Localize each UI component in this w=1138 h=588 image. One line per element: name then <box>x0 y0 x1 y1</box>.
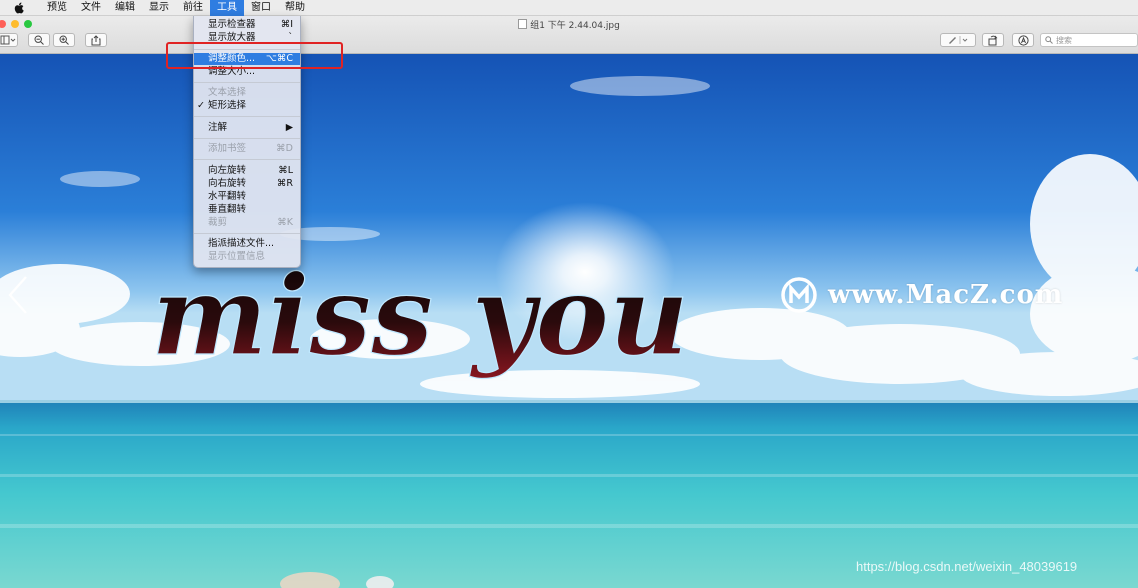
sidebar-view-button[interactable] <box>0 33 18 47</box>
markup-pen-icon <box>949 36 968 44</box>
menu-item-rectangular-selection[interactable]: ✓ 矩形选择 <box>194 100 300 112</box>
submenu-arrow-icon: ▶ <box>285 122 293 133</box>
menu-bar: 预览 文件 编辑 显示 前往 工具 窗口 帮助 <box>0 0 1138 16</box>
macz-watermark-text: www.MacZ.com <box>828 280 1064 310</box>
zoom-in-button[interactable] <box>53 33 75 47</box>
menu-item-label: 裁剪 <box>208 217 228 228</box>
menu-item-shortcut: ⌘D <box>276 143 293 154</box>
sidebar-icon <box>0 35 16 45</box>
menu-item-label: 指派描述文件... <box>208 238 275 249</box>
menu-item-label: 调整颜色... <box>208 53 256 64</box>
menu-item-adjust-size[interactable]: 调整大小... <box>194 66 300 78</box>
menu-edit[interactable]: 编辑 <box>108 0 142 16</box>
window-title: 组1 下午 2.44.04.jpg <box>530 21 620 31</box>
menu-item-shortcut: ⌘R <box>276 178 293 189</box>
document-icon <box>518 19 528 29</box>
miss-you-text: miss you <box>151 251 689 380</box>
menu-separator <box>194 233 300 234</box>
share-icon <box>91 34 101 45</box>
menu-item-shortcut: ⌥⌘C <box>265 53 293 64</box>
menu-separator <box>194 138 300 139</box>
menu-item-flip-vertical[interactable]: 垂直翻转 <box>194 204 300 216</box>
search-placeholder: 搜索 <box>1056 35 1072 45</box>
menu-item-label: 添加书签 <box>208 143 247 154</box>
window-title-bar: 组1 下午 2.44.04.jpg <box>0 18 1138 31</box>
menu-item-shortcut: ⌘L <box>278 165 293 176</box>
menu-item-label: 水平翻转 <box>208 191 247 202</box>
menu-item-text-selection[interactable]: 文本选择 <box>194 87 300 99</box>
image-viewer-area: miss you www.MacZ.com https://blog.csdn.… <box>0 54 1138 588</box>
menu-item-rotate-left[interactable]: 向左旋转 ⌘L <box>194 165 300 177</box>
menu-window[interactable]: 窗口 <box>244 0 278 16</box>
macz-watermark: www.MacZ.com <box>780 276 1063 314</box>
menu-item-annotate[interactable]: 注解 ▶ <box>194 122 300 134</box>
menu-item-label: 显示检查器 <box>208 19 256 30</box>
menu-item-crop[interactable]: 裁剪 ⌘K <box>194 217 300 229</box>
menu-item-shortcut: ⌘K <box>277 217 293 228</box>
previous-image-arrow-icon[interactable] <box>6 274 30 316</box>
rotate-icon <box>988 35 998 45</box>
menu-item-label: 文本选择 <box>208 87 247 98</box>
menu-item-shortcut: ⌘I <box>280 19 293 30</box>
menu-separator <box>194 159 300 160</box>
menu-item-shortcut: ` <box>288 32 293 43</box>
rotate-button[interactable] <box>982 33 1004 47</box>
zoom-in-icon <box>59 35 69 45</box>
menu-item-label: 显示放大器 <box>208 32 256 43</box>
csdn-source-url: https://blog.csdn.net/weixin_48039619 <box>856 559 1078 574</box>
menu-separator <box>194 49 300 50</box>
menu-help[interactable]: 帮助 <box>278 0 312 16</box>
macz-logo-icon <box>781 277 817 313</box>
menu-item-rotate-right[interactable]: 向右旋转 ⌘R <box>194 178 300 190</box>
checkmark-icon: ✓ <box>197 100 205 111</box>
menu-item-label: 向左旋转 <box>208 165 247 176</box>
menu-file[interactable]: 文件 <box>74 0 108 16</box>
menu-item-add-bookmark[interactable]: 添加书签 ⌘D <box>194 143 300 155</box>
search-field[interactable]: 搜索 <box>1040 33 1138 47</box>
menu-item-adjust-color[interactable]: 调整颜色... ⌥⌘C <box>194 53 300 65</box>
search-icon <box>1045 36 1053 44</box>
annotate-button[interactable] <box>1012 33 1034 47</box>
markup-pen-button[interactable] <box>940 33 976 47</box>
menu-item-label: 调整大小... <box>208 66 256 77</box>
menu-item-flip-horizontal[interactable]: 水平翻转 <box>194 191 300 203</box>
menu-item-assign-profile[interactable]: 指派描述文件... <box>194 238 300 250</box>
menu-view[interactable]: 显示 <box>142 0 176 16</box>
menu-separator <box>194 116 300 117</box>
tools-dropdown-menu: 显示检查器 ⌘I 显示放大器 ` 调整颜色... ⌥⌘C 调整大小... 文本选… <box>193 16 301 268</box>
menu-item-show-magnifier[interactable]: 显示放大器 ` <box>194 32 300 44</box>
menu-tools[interactable]: 工具 <box>210 0 244 16</box>
menu-preview[interactable]: 预览 <box>40 0 74 16</box>
share-button[interactable] <box>85 33 107 47</box>
menu-item-label: 垂直翻转 <box>208 204 247 215</box>
menu-separator <box>194 82 300 83</box>
annotate-icon <box>1017 34 1029 46</box>
window-toolbar: 组1 下午 2.44.04.jpg 搜索 <box>0 16 1138 54</box>
menu-item-label: 显示位置信息 <box>208 251 266 262</box>
beach-photo: miss you <box>0 54 1138 588</box>
menu-item-label: 矩形选择 <box>208 100 247 111</box>
menu-item-show-inspector[interactable]: 显示检查器 ⌘I <box>194 19 300 31</box>
menu-item-label: 向右旋转 <box>208 178 247 189</box>
apple-logo-icon[interactable] <box>12 2 26 14</box>
menu-go[interactable]: 前往 <box>176 0 210 16</box>
menu-item-label: 注解 <box>208 122 228 133</box>
zoom-out-icon <box>34 35 44 45</box>
zoom-out-button[interactable] <box>28 33 50 47</box>
menu-item-show-location-info[interactable]: 显示位置信息 <box>194 251 300 263</box>
